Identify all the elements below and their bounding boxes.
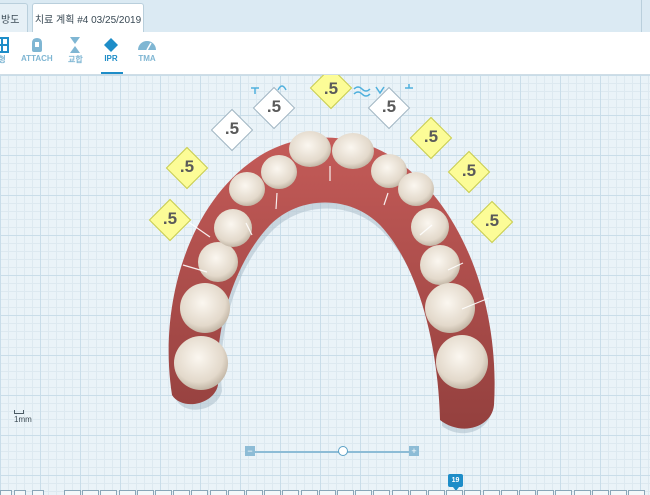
tool-grid-button[interactable]: 형: [0, 36, 9, 65]
tool-bite-label: 교합: [68, 55, 83, 64]
tool-ipr-button[interactable]: IPR: [101, 36, 123, 74]
timeline-stage[interactable]: [391, 490, 409, 495]
ipr-badge-value: .5: [461, 161, 477, 180]
timeline-stage[interactable]: [500, 490, 518, 495]
tab-previous[interactable]: 방도: [0, 3, 28, 32]
tool-tma-label: TMA: [138, 54, 156, 63]
tool-attach-button[interactable]: ATTACH: [21, 36, 53, 63]
stage-marker[interactable]: 19: [448, 474, 463, 491]
timeline-stage[interactable]: [373, 490, 391, 495]
3d-viewport[interactable]: .5 .5 .5 .5 .5 .5 .5 .5 .5 1mm − +: [0, 75, 650, 495]
tab-previous-label: 방도: [1, 14, 20, 26]
timeline-stage[interactable]: [409, 490, 427, 495]
timeline-stage[interactable]: [264, 490, 282, 495]
ipr-badge-value: .5: [423, 127, 439, 146]
zoom-slider-handle[interactable]: [338, 446, 348, 456]
timeline-stage[interactable]: [64, 490, 81, 495]
toolbar: 형 ATTACH 교합 IPR TMA: [0, 32, 650, 75]
timeline-stage[interactable]: [337, 490, 354, 495]
timeline-stage[interactable]: [446, 490, 464, 495]
tab-treatment-plan[interactable]: 치료 계획 #4 03/25/2019: [32, 3, 144, 33]
timeline-stage[interactable]: [227, 490, 245, 495]
timeline-stage[interactable]: [209, 490, 227, 495]
timeline-stage[interactable]: [173, 490, 191, 495]
scale-label: 1mm: [14, 415, 32, 424]
tab-treatment-plan-label: 치료 계획 #4 03/25/2019: [34, 15, 142, 26]
tool-bite-button[interactable]: 교합: [68, 36, 83, 65]
timeline-nav-button[interactable]: [14, 490, 26, 495]
timeline-stage[interactable]: [464, 490, 482, 495]
ipr-badge-value: .5: [179, 157, 195, 176]
tool-ipr-label: IPR: [104, 54, 118, 63]
grid-icon: [0, 36, 9, 54]
zoom-slider-track[interactable]: [255, 451, 409, 453]
timeline-stage[interactable]: [537, 490, 555, 495]
timeline-stage[interactable]: [118, 490, 136, 495]
tma-icon: [137, 36, 157, 54]
timeline-stage[interactable]: [555, 490, 573, 495]
timeline-stage[interactable]: [591, 490, 609, 495]
ipr-badge-value: .5: [266, 97, 282, 116]
dental-arch-model[interactable]: [0, 75, 650, 495]
tool-ipr-active-underline: [101, 72, 123, 74]
bite-icon: [68, 36, 82, 54]
timeline-nav-button[interactable]: [32, 490, 44, 495]
timeline-stage[interactable]: [573, 490, 591, 495]
tool-grid-label: 형: [0, 55, 6, 64]
attachment-icon: [30, 36, 44, 54]
timeline-stage[interactable]: [100, 490, 118, 495]
stage-marker-label: 19: [451, 477, 460, 484]
timeline-nav-button[interactable]: [0, 490, 12, 495]
scale-indicator: 1mm: [14, 410, 32, 424]
timeline-stage[interactable]: [519, 490, 536, 495]
timeline-stage[interactable]: [246, 490, 263, 495]
timeline-stage[interactable]: [318, 490, 336, 495]
zoom-out-button[interactable]: −: [245, 446, 255, 456]
timeline-stage[interactable]: [155, 490, 172, 495]
zoom-in-button[interactable]: +: [409, 446, 419, 456]
zoom-slider[interactable]: − +: [245, 446, 419, 458]
timeline-stage[interactable]: [610, 490, 627, 495]
timeline-stage[interactable]: [82, 490, 100, 495]
tab-bar-edge: [641, 0, 650, 32]
timeline-stage[interactable]: [282, 490, 300, 495]
scale-bar: [14, 410, 24, 414]
timeline-stage[interactable]: [300, 490, 318, 495]
timeline-stage[interactable]: [428, 490, 445, 495]
timeline-stage[interactable]: [136, 490, 154, 495]
tool-attach-label: ATTACH: [21, 54, 53, 63]
ipr-badge-value: .5: [162, 209, 178, 228]
timeline-stage[interactable]: [628, 490, 646, 495]
timeline-stage[interactable]: [191, 490, 209, 495]
ipr-badge-value: .5: [323, 79, 339, 98]
timeline-stage[interactable]: [482, 490, 500, 495]
ipr-badge-value: .5: [224, 119, 240, 138]
tab-bar: 방도 치료 계획 #4 03/25/2019: [0, 0, 650, 33]
ipr-badge-value: .5: [381, 97, 397, 116]
ipr-badge-value: .5: [484, 211, 500, 230]
tool-tma-button[interactable]: TMA: [137, 36, 157, 63]
timeline-stage[interactable]: [355, 490, 373, 495]
ipr-diamond-icon: [103, 36, 119, 54]
